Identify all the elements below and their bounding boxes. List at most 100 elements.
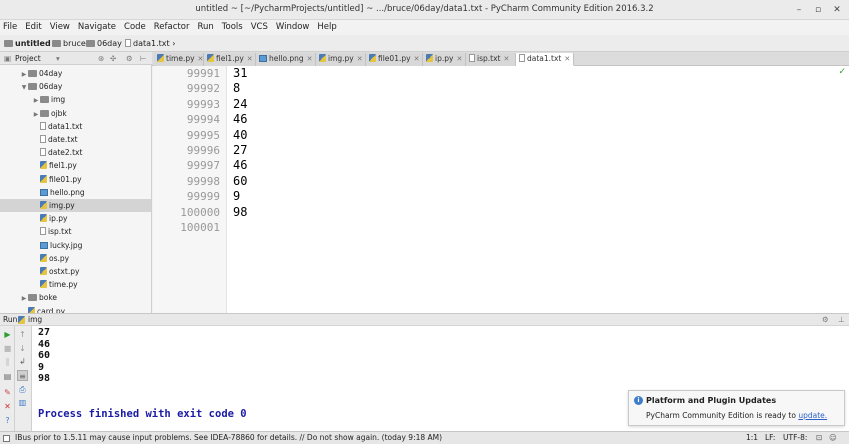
chevron-right-icon[interactable]: ▶ xyxy=(20,68,28,81)
close-window-button[interactable]: ✕ xyxy=(830,3,844,17)
tree-item[interactable]: date.txt xyxy=(0,133,151,146)
close-icon[interactable]: ✕ xyxy=(456,55,462,63)
close-icon[interactable]: ✕ xyxy=(2,401,13,412)
gear-icon[interactable]: ⚙ xyxy=(822,314,829,326)
code-line[interactable]: 60 xyxy=(233,174,247,189)
minimize-button[interactable]: – xyxy=(792,3,806,17)
menu-view[interactable]: View xyxy=(46,20,74,35)
tab-fiel1[interactable]: fiel1.py ✕ xyxy=(204,53,256,66)
close-icon[interactable]: ✕ xyxy=(198,55,204,63)
python-icon xyxy=(319,54,326,62)
status-window-icon[interactable] xyxy=(3,435,10,442)
tree-item[interactable]: data1.txt xyxy=(0,120,151,133)
tab-data1[interactable]: data1.txt ✕ xyxy=(516,53,574,66)
breadcrumb-root[interactable]: untitled › xyxy=(4,38,57,49)
update-notification[interactable]: i Platform and Plugin Updates PyCharm Co… xyxy=(628,390,845,426)
tree-item[interactable]: time.py xyxy=(0,278,151,291)
close-icon[interactable]: ✕ xyxy=(564,55,570,63)
tree-item[interactable]: fiel1.py xyxy=(0,159,151,172)
tab-hello[interactable]: hello.png ✕ xyxy=(256,53,316,66)
inspector-icon[interactable]: ☺ xyxy=(829,432,837,444)
print-icon[interactable]: ⎙ xyxy=(17,384,28,395)
code-line[interactable]: 27 xyxy=(233,143,247,158)
menu-help[interactable]: Help xyxy=(313,20,340,35)
arrow-down-icon[interactable]: ↓ xyxy=(17,343,28,354)
pause-icon[interactable]: ‖ xyxy=(2,356,13,367)
lock-icon[interactable]: ⊡ xyxy=(816,432,822,444)
arrow-up-icon[interactable]: ↑ xyxy=(17,329,28,340)
code-line[interactable]: 8 xyxy=(233,81,240,96)
menu-run[interactable]: Run xyxy=(193,20,217,35)
chevron-right-icon[interactable]: ▶ xyxy=(32,94,40,107)
menu-code[interactable]: Code xyxy=(120,20,150,35)
code-line[interactable]: 9 xyxy=(233,189,240,204)
close-icon[interactable]: ✕ xyxy=(247,55,253,63)
tree-item[interactable]: date2.txt xyxy=(0,146,151,159)
status-message[interactable]: IBus prior to 1.5.11 may cause input pro… xyxy=(15,432,442,444)
tree-item[interactable]: hello.png xyxy=(0,186,151,199)
scroll-to-end-icon[interactable]: ≡ xyxy=(17,370,28,381)
code-line[interactable]: 24 xyxy=(233,97,247,112)
tree-item[interactable]: ostxt.py xyxy=(0,265,151,278)
stop-icon[interactable]: ■ xyxy=(2,343,13,354)
code-line[interactable]: 31 xyxy=(233,66,247,81)
target-icon[interactable]: ⊛ xyxy=(98,52,104,65)
wrap-icon[interactable]: ↲ xyxy=(17,356,28,367)
breadcrumb-06day[interactable]: 06day › xyxy=(86,38,128,49)
editor[interactable]: 99991 99992 99993 99994 99995 99996 99997 99998… xyxy=(153,66,849,313)
gear-icon[interactable]: ⚙ xyxy=(126,52,133,65)
tree-item[interactable]: lucky.jpg xyxy=(0,239,151,252)
tree-item[interactable]: ▼ 06day xyxy=(0,80,151,93)
code-line[interactable]: 98 xyxy=(233,205,247,220)
menu-edit[interactable]: Edit xyxy=(21,20,45,35)
tree-item[interactable]: ▶ img xyxy=(0,93,151,106)
close-icon[interactable]: ✕ xyxy=(307,55,313,63)
close-icon[interactable]: ✕ xyxy=(503,55,509,63)
tab-time[interactable]: time.py ✕ xyxy=(154,53,204,66)
tab-isp[interactable]: isp.txt ✕ xyxy=(466,53,516,66)
menu-window[interactable]: Window xyxy=(272,20,314,35)
project-view-select[interactable]: Project xyxy=(15,52,41,65)
tree-item[interactable]: card.py xyxy=(0,305,151,313)
chevron-right-icon[interactable]: ▶ xyxy=(32,108,40,121)
maximize-button[interactable]: ▫ xyxy=(811,3,825,17)
tab-file01[interactable]: file01.py ✕ xyxy=(366,53,423,66)
hide-icon[interactable]: ⊥ xyxy=(838,314,845,326)
layout-icon[interactable]: ▤ xyxy=(2,371,13,382)
menu-file[interactable]: File xyxy=(0,20,21,35)
file-encoding[interactable]: UTF-8: xyxy=(783,432,807,444)
close-icon[interactable]: ✕ xyxy=(414,55,420,63)
tab-ip[interactable]: ip.py ✕ xyxy=(423,53,466,66)
close-icon[interactable]: ✕ xyxy=(357,55,363,63)
rerun-icon[interactable]: ▶ xyxy=(2,329,13,340)
breadcrumb-data1[interactable]: data1.txt › xyxy=(125,38,175,49)
code-line[interactable]: 40 xyxy=(233,128,247,143)
tree-item[interactable]: os.py xyxy=(0,252,151,265)
caret-position[interactable]: 1:1 xyxy=(746,432,758,444)
tab-img[interactable]: img.py ✕ xyxy=(316,53,366,66)
menu-tools[interactable]: Tools xyxy=(218,20,247,35)
menu-refactor[interactable]: Refactor xyxy=(150,20,194,35)
tree-item[interactable]: ▶ ojbk xyxy=(0,107,151,120)
pin-icon[interactable]: ✎ xyxy=(2,387,13,398)
chevron-down-icon[interactable]: ▾ xyxy=(56,52,60,65)
line-separator[interactable]: LF: xyxy=(765,432,775,444)
chevron-down-icon[interactable]: ▼ xyxy=(20,81,28,94)
folder-icon xyxy=(86,40,95,47)
tree-item[interactable]: file01.py xyxy=(0,173,151,186)
tree-item[interactable]: img.py xyxy=(0,199,151,212)
code-line[interactable]: 46 xyxy=(233,158,247,173)
update-link[interactable]: update. xyxy=(798,411,827,420)
trash-icon[interactable]: ▥ xyxy=(17,397,28,408)
menu-navigate[interactable]: Navigate xyxy=(74,20,120,35)
hide-icon[interactable]: ⊢ xyxy=(140,52,147,65)
tree-item[interactable]: ip.py xyxy=(0,212,151,225)
code-line[interactable]: 46 xyxy=(233,112,247,127)
chevron-right-icon[interactable]: ▶ xyxy=(20,292,28,305)
tree-item[interactable]: isp.txt xyxy=(0,225,151,238)
collapse-icon[interactable]: ✣ xyxy=(110,52,116,65)
help-icon[interactable]: ? xyxy=(2,415,13,426)
tree-item[interactable]: ▶ 04day xyxy=(0,67,151,80)
menu-vcs[interactable]: VCS xyxy=(247,20,272,35)
tree-item[interactable]: ▶ boke xyxy=(0,291,151,304)
